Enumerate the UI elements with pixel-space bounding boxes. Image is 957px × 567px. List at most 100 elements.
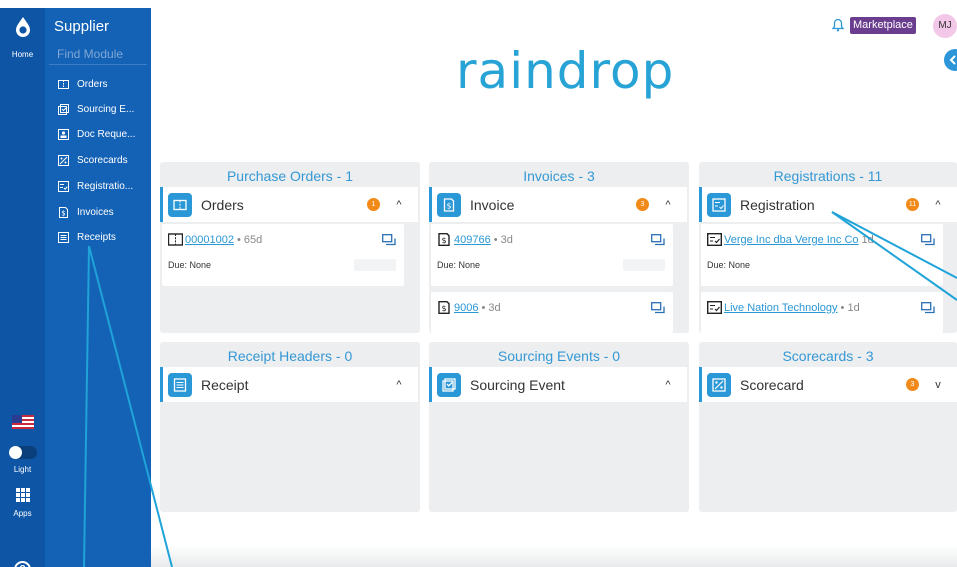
panel-title[interactable]: Invoices - 3 bbox=[429, 168, 689, 184]
invoice-number-link[interactable]: 409766 bbox=[454, 234, 491, 246]
apps-label[interactable]: Apps bbox=[0, 509, 45, 518]
count-badge: 11 bbox=[906, 198, 919, 211]
chat-icon[interactable] bbox=[921, 302, 935, 314]
due-date: Due: None bbox=[707, 260, 751, 270]
sourcing-events-panel: Sourcing Events - 0 Sourcing Event ^ bbox=[429, 342, 689, 512]
chat-icon[interactable] bbox=[921, 234, 935, 246]
sidebar-item-sourcing[interactable]: Sourcing E... bbox=[58, 101, 150, 117]
invoice-icon: $ bbox=[437, 192, 461, 217]
invoice-doc-icon: $ bbox=[438, 301, 450, 314]
sidebar-item-registrations[interactable]: Registratio... bbox=[58, 178, 150, 194]
raindrop-home-icon[interactable] bbox=[13, 16, 33, 38]
panel-title[interactable]: Registrations - 11 bbox=[699, 168, 957, 184]
find-module-input[interactable] bbox=[49, 44, 147, 65]
module-name: Orders bbox=[201, 196, 244, 213]
purchase-orders-panel: Purchase Orders - 1 Orders 1 ^ 00001002 … bbox=[160, 162, 420, 333]
registration-module-header[interactable]: Registration 11 ^ bbox=[699, 187, 957, 222]
registration-form-icon bbox=[707, 301, 722, 314]
orders-icon bbox=[58, 79, 69, 89]
sidebar-item-label: Registratio... bbox=[77, 180, 134, 192]
chat-icon[interactable] bbox=[651, 302, 665, 314]
chevron-up-icon[interactable]: ^ bbox=[661, 199, 675, 211]
theme-toggle[interactable] bbox=[9, 446, 37, 459]
chat-icon[interactable] bbox=[651, 234, 665, 246]
module-name: Registration bbox=[740, 196, 815, 213]
sidebar-item-label: Orders bbox=[77, 78, 108, 90]
user-avatar[interactable]: MJ bbox=[933, 14, 957, 38]
item-age: • 3d bbox=[481, 301, 501, 314]
list-item[interactable]: $ 9006 • 3d bbox=[431, 292, 673, 333]
toggle-knob bbox=[9, 446, 22, 459]
help-icon[interactable]: ? bbox=[14, 561, 31, 567]
status-chip bbox=[354, 259, 396, 271]
panel-title[interactable]: Purchase Orders - 1 bbox=[160, 168, 420, 184]
apps-grid-icon[interactable] bbox=[16, 488, 30, 502]
chevron-up-icon[interactable]: ^ bbox=[931, 199, 945, 211]
sourcing-module-header[interactable]: Sourcing Event ^ bbox=[429, 367, 687, 402]
registration-icon bbox=[707, 192, 731, 217]
module-name: Invoice bbox=[470, 196, 515, 213]
chat-icon[interactable] bbox=[382, 234, 396, 246]
count-badge: 3 bbox=[636, 198, 649, 211]
count-badge: 3 bbox=[906, 378, 919, 391]
invoice-doc-icon: $ bbox=[438, 233, 450, 246]
invoice-module-header[interactable]: $ Invoice 3 ^ bbox=[429, 187, 687, 222]
panel-title[interactable]: Receipt Headers - 0 bbox=[160, 348, 420, 364]
sidebar-item-label: Invoices bbox=[77, 206, 114, 218]
order-number-link[interactable]: 00001002 bbox=[185, 234, 234, 246]
panel-title[interactable]: Scorecards - 3 bbox=[699, 348, 957, 364]
invoice-number-link[interactable]: 9006 bbox=[454, 302, 478, 314]
registration-link[interactable]: Verge Inc dba Verge Inc Co bbox=[724, 234, 859, 246]
registration-form-icon bbox=[707, 233, 722, 246]
svg-text:$: $ bbox=[61, 209, 65, 217]
svg-text:$: $ bbox=[441, 236, 446, 245]
sourcing-icon bbox=[437, 372, 461, 397]
item-line: $ 9006 • 3d bbox=[437, 301, 637, 314]
list-item[interactable]: $ 409766 • 3d Due: None bbox=[431, 224, 673, 286]
status-chip bbox=[623, 259, 665, 271]
doc-request-icon bbox=[58, 128, 69, 140]
sidebar-item-orders[interactable]: Orders bbox=[58, 76, 150, 92]
sidebar-item-label: Receipts bbox=[77, 231, 116, 243]
module-sidebar: Supplier Orders Sourcing E... Doc Reque.… bbox=[45, 8, 151, 567]
chevron-up-icon[interactable]: ^ bbox=[392, 199, 406, 211]
sourcing-icon bbox=[58, 103, 69, 115]
invoice-icon: $ bbox=[59, 206, 68, 218]
registration-icon bbox=[58, 180, 69, 192]
sidebar-item-invoices[interactable]: $ Invoices bbox=[58, 204, 150, 220]
receipt-headers-panel: Receipt Headers - 0 Receipt ^ bbox=[160, 342, 420, 512]
us-flag-icon[interactable] bbox=[12, 415, 34, 429]
chevron-down-icon[interactable]: v bbox=[931, 379, 945, 391]
home-label[interactable]: Home bbox=[0, 50, 45, 59]
orders-module-header[interactable]: Orders 1 ^ bbox=[160, 187, 418, 222]
receipt-icon bbox=[168, 372, 192, 397]
panel-title[interactable]: Sourcing Events - 0 bbox=[429, 348, 689, 364]
list-item[interactable]: Verge Inc dba Verge Inc Co 1d Due: None bbox=[701, 224, 943, 286]
sidebar-item-receipts[interactable]: Receipts bbox=[58, 229, 150, 245]
app-rail: Home Light Apps ? bbox=[0, 8, 45, 567]
footer-fade bbox=[151, 545, 957, 567]
module-name: Sourcing Event bbox=[470, 376, 565, 393]
chevron-up-icon[interactable]: ^ bbox=[392, 379, 406, 391]
chevron-up-icon[interactable]: ^ bbox=[661, 379, 675, 391]
item-line: Live Nation Technology • 1d bbox=[707, 301, 907, 314]
collapse-panel-button[interactable] bbox=[944, 49, 957, 71]
list-item[interactable]: Live Nation Technology • 1d bbox=[701, 292, 943, 333]
sidebar-title: Supplier bbox=[54, 18, 110, 35]
registration-link[interactable]: Live Nation Technology bbox=[724, 302, 838, 314]
scorecards-panel: Scorecards - 3 Scorecard 3 v bbox=[699, 342, 957, 512]
scorecard-module-header[interactable]: Scorecard 3 v bbox=[699, 367, 957, 402]
item-line: 00001002 • 65d bbox=[168, 233, 368, 246]
receipt-module-header[interactable]: Receipt ^ bbox=[160, 367, 418, 402]
marketplace-button[interactable]: Marketplace bbox=[850, 17, 916, 34]
due-date: Due: None bbox=[437, 260, 481, 270]
sidebar-item-doc-requests[interactable]: Doc Reque... bbox=[58, 126, 150, 142]
sidebar-item-label: Scorecards bbox=[77, 154, 128, 166]
bell-icon[interactable] bbox=[832, 18, 844, 32]
item-age: • 3d bbox=[493, 233, 513, 246]
item-age: • 65d bbox=[236, 233, 263, 246]
raindrop-logo: raindrop bbox=[456, 42, 675, 100]
list-item[interactable]: 00001002 • 65d Due: None bbox=[162, 224, 404, 286]
sidebar-item-scorecards[interactable]: Scorecards bbox=[58, 152, 150, 168]
sidebar-item-label: Sourcing E... bbox=[77, 103, 135, 115]
